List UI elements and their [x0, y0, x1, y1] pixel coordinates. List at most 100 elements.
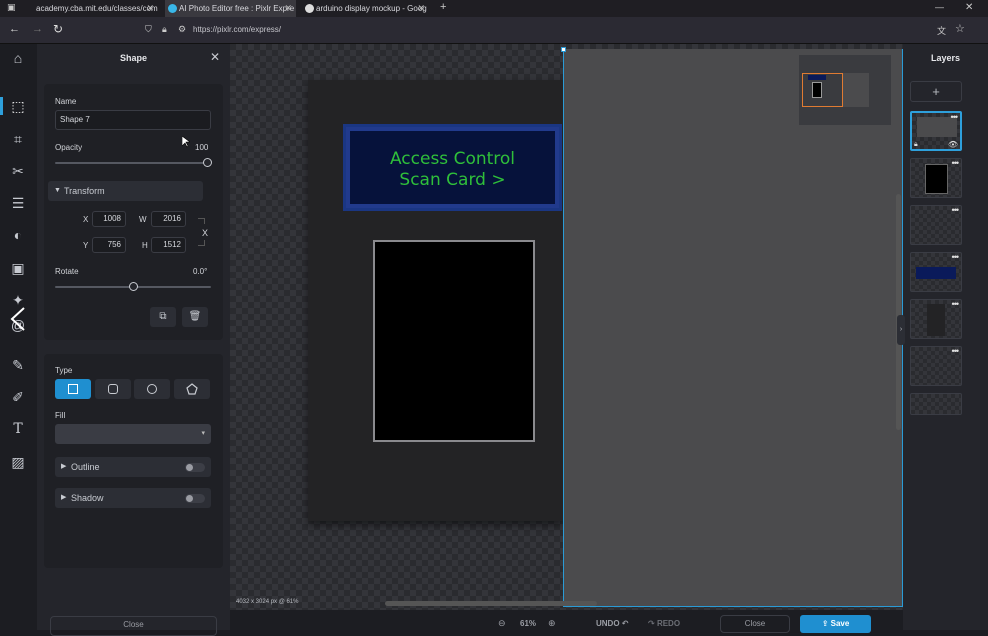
zoom-value[interactable]: 61% — [520, 619, 536, 628]
navigator-viewport[interactable] — [802, 73, 843, 107]
zoom-out-icon[interactable]: ⊖ — [498, 618, 506, 629]
type-circle-button[interactable] — [134, 379, 170, 399]
h-field[interactable]: 1512 — [151, 237, 186, 253]
access-control-banner-shape[interactable]: Access Control Scan Card > — [343, 124, 562, 211]
layer-menu-icon[interactable]: ••• — [952, 347, 960, 356]
tab-academy[interactable]: academy.cba.mit.edu/classes/comp ✕ — [22, 0, 158, 17]
banner-line-2: Scan Card > — [399, 170, 506, 190]
opacity-slider-track[interactable] — [55, 162, 207, 164]
layer-item[interactable]: ••• — [910, 158, 962, 198]
name-field[interactable]: Shape 7 — [55, 110, 211, 130]
zoom-in-icon[interactable]: ⊕ — [548, 618, 556, 629]
cut-icon[interactable]: ✂ — [9, 162, 27, 180]
x-field[interactable]: 1008 — [92, 211, 126, 227]
duplicate-button[interactable]: ⧉ — [150, 307, 176, 327]
h-label: H — [142, 241, 148, 250]
new-tab-button[interactable]: + — [440, 1, 446, 13]
layer-menu-icon[interactable]: ••• — [951, 113, 959, 122]
panel-close-button[interactable]: Close — [50, 616, 217, 636]
shield-icon[interactable]: ⛉ — [145, 24, 152, 35]
close-button[interactable]: Close — [720, 615, 790, 633]
layer-item[interactable]: ••• — [910, 205, 962, 245]
outline-section-header[interactable]: ▶ Outline — [55, 457, 211, 477]
browser-tab-bar: ▣ academy.cba.mit.edu/classes/comp ✕ AI … — [0, 0, 988, 17]
delete-button[interactable]: 🗑︎ — [182, 307, 208, 327]
panel-close-icon[interactable]: ✕ — [210, 50, 220, 64]
y-field[interactable]: 756 — [92, 237, 126, 253]
layer-item[interactable]: ••• — [910, 346, 962, 386]
arrange-icon[interactable]: ⬚ — [9, 97, 27, 115]
forward-icon[interactable]: → — [32, 23, 43, 35]
shadow-section-header[interactable]: ▶ Shadow — [55, 488, 211, 508]
selected-shape-7[interactable] — [563, 49, 903, 607]
text-icon[interactable]: T — [9, 420, 27, 438]
adjust-icon[interactable]: ☰ — [9, 194, 27, 212]
layer-lock-icon[interactable]: 🔒︎ — [914, 141, 918, 149]
type-polygon-button[interactable] — [174, 379, 210, 399]
banner-line-1: Access Control — [389, 149, 516, 169]
vertical-scrollbar[interactable] — [896, 194, 901, 430]
layer-item[interactable]: ••• 🔒︎ 👁︎ — [910, 111, 962, 151]
layer-item[interactable]: ••• — [910, 252, 962, 292]
bookmark-star-icon[interactable]: ☆ — [955, 22, 965, 35]
type-rectangle-button[interactable] — [55, 379, 91, 399]
tab-pixlr[interactable]: AI Photo Editor free : Pixlr Expre ✕ — [165, 0, 296, 17]
fill-color-select[interactable]: ▾ — [55, 424, 211, 444]
horizontal-scrollbar[interactable] — [385, 601, 597, 606]
filter-icon[interactable]: ◐ — [9, 226, 27, 244]
tab-overview-icon[interactable]: ▣ — [7, 2, 16, 13]
home-icon[interactable]: ⌂ — [9, 49, 27, 67]
layer-menu-icon[interactable]: ••• — [952, 253, 960, 262]
add-layer-button[interactable]: + — [910, 81, 962, 102]
tab-close-icon[interactable]: ✕ — [417, 0, 425, 17]
layer-item[interactable] — [910, 393, 962, 415]
reload-icon[interactable]: ↻ — [53, 22, 63, 36]
layer-visibility-icon[interactable]: 👁︎ — [948, 140, 958, 149]
redo-button[interactable]: ↷ REDO — [648, 619, 680, 628]
url-field[interactable]: https://pixlr.com/express/ — [193, 25, 281, 34]
shadow-toggle[interactable] — [185, 494, 205, 503]
w-field[interactable]: 2016 — [151, 211, 186, 227]
undo-button[interactable]: UNDO ↶ — [596, 619, 629, 628]
layer-menu-icon[interactable]: ••• — [952, 159, 960, 168]
canvas-area[interactable]: Access Control Scan Card > 4032 x 3024 p… — [230, 44, 903, 610]
translate-icon[interactable]: 文 — [937, 24, 946, 37]
navigator-gray-area — [843, 73, 869, 107]
back-icon[interactable]: ← — [9, 23, 20, 35]
effect-icon[interactable]: ▣ — [9, 259, 27, 277]
heal-icon[interactable]: ✎ — [9, 356, 27, 374]
layer-item[interactable]: ••• — [910, 299, 962, 339]
tab-close-icon[interactable]: ✕ — [284, 0, 292, 17]
active-tool-indicator — [0, 97, 3, 115]
site-settings-icon[interactable]: ⚙ — [178, 24, 186, 35]
layer-menu-icon[interactable]: ••• — [952, 206, 960, 215]
crop-icon[interactable]: ⌗ — [9, 130, 27, 148]
collapse-chevron-icon[interactable] — [8, 306, 28, 332]
layer-menu-icon[interactable]: ••• — [952, 300, 960, 309]
layer-preview — [925, 164, 948, 194]
aspect-lock-toggle[interactable]: X — [202, 228, 208, 238]
rotate-slider-knob[interactable] — [128, 282, 138, 291]
save-button[interactable]: ⇪ Save — [800, 615, 871, 633]
tab-label: AI Photo Editor free : Pixlr Expre — [179, 4, 295, 13]
black-rectangle-shape[interactable] — [373, 240, 535, 442]
outline-toggle[interactable] — [185, 463, 205, 472]
rotate-value: 0.0° — [193, 267, 208, 276]
transform-section-header[interactable]: ▼ Transform — [48, 181, 203, 201]
tab-google[interactable]: arduino display mockup - Goog ✕ — [302, 0, 429, 17]
type-rounded-rect-button[interactable] — [95, 379, 131, 399]
selection-handle[interactable] — [561, 47, 566, 52]
layers-collapse-icon[interactable]: › — [897, 315, 905, 345]
w-label: W — [139, 215, 147, 224]
pattern-icon[interactable]: ▨ — [9, 453, 27, 471]
fill-label: Fill — [55, 411, 66, 420]
polygon-icon — [186, 383, 198, 395]
minimize-icon[interactable]: — — [935, 2, 944, 12]
brush-icon[interactable]: ✐ — [9, 388, 27, 406]
opacity-slider-knob[interactable] — [202, 158, 212, 167]
save-icon: ⇪ — [821, 619, 829, 628]
window-close-icon[interactable]: ✕ — [965, 2, 973, 13]
google-favicon-icon — [305, 4, 314, 13]
banner-fill: Access Control Scan Card > — [350, 131, 555, 204]
tab-close-icon[interactable]: ✕ — [146, 0, 154, 17]
